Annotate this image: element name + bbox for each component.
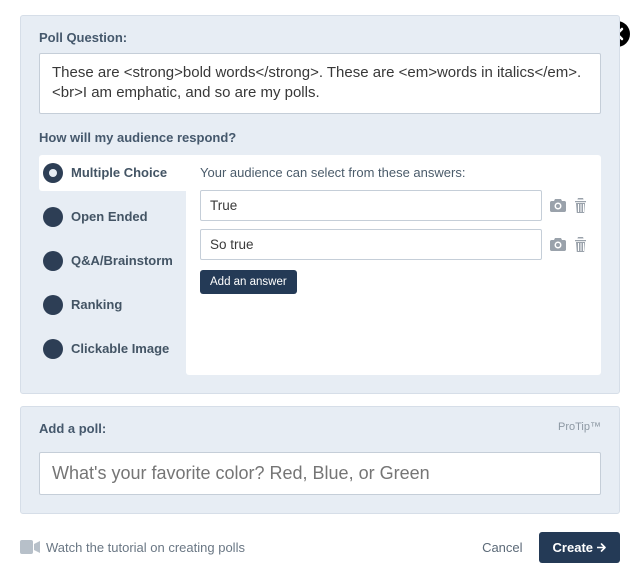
add-answer-button[interactable]: Add an answer [200,270,297,294]
type-label: Multiple Choice [71,165,167,180]
arrow-right-icon [597,543,606,552]
protip-label: ProTip™ [558,421,601,433]
answer-row [200,190,587,221]
answer-input[interactable] [200,190,542,221]
create-label: Create [553,540,593,555]
poll-editor-card: Poll Question: These are <strong>bold wo… [20,15,620,394]
tutorial-text: Watch the tutorial on creating polls [46,540,245,555]
radio-icon [43,295,63,315]
poll-question-label: Poll Question: [39,30,601,45]
type-multiple-choice[interactable]: Multiple Choice [39,155,187,191]
add-poll-label: Add a poll: [39,421,601,436]
type-label: Ranking [71,297,122,312]
type-open-ended[interactable]: Open Ended [39,199,187,235]
respond-label: How will my audience respond? [39,130,601,145]
camera-icon[interactable] [550,198,566,212]
video-icon [20,540,40,554]
add-poll-input[interactable] [39,452,601,495]
poll-question-input[interactable]: These are <strong>bold words</strong>. T… [39,53,601,114]
type-label: Open Ended [71,209,148,224]
tutorial-link[interactable]: Watch the tutorial on creating polls [20,540,245,555]
radio-icon [43,339,63,359]
type-label: Clickable Image [71,341,169,356]
respond-area: Multiple Choice Open Ended Q&A/Brainstor… [39,155,601,375]
response-type-list: Multiple Choice Open Ended Q&A/Brainstor… [39,155,187,375]
type-qa-brainstorm[interactable]: Q&A/Brainstorm [39,243,187,279]
trash-icon[interactable] [574,237,587,252]
trash-icon[interactable] [574,198,587,213]
footer: Watch the tutorial on creating polls Can… [0,524,640,563]
add-poll-card: Add a poll: ProTip™ [20,406,620,514]
camera-icon[interactable] [550,237,566,251]
radio-icon [43,251,63,271]
answers-hint: Your audience can select from these answ… [200,165,587,180]
radio-selected-icon [43,163,63,183]
type-clickable-image[interactable]: Clickable Image [39,331,187,367]
type-label: Q&A/Brainstorm [71,253,173,268]
answer-input[interactable] [200,229,542,260]
create-button[interactable]: Create [539,532,620,563]
type-ranking[interactable]: Ranking [39,287,187,323]
answer-row [200,229,587,260]
cancel-button[interactable]: Cancel [482,540,522,555]
answers-panel: Your audience can select from these answ… [186,155,601,375]
radio-icon [43,207,63,227]
